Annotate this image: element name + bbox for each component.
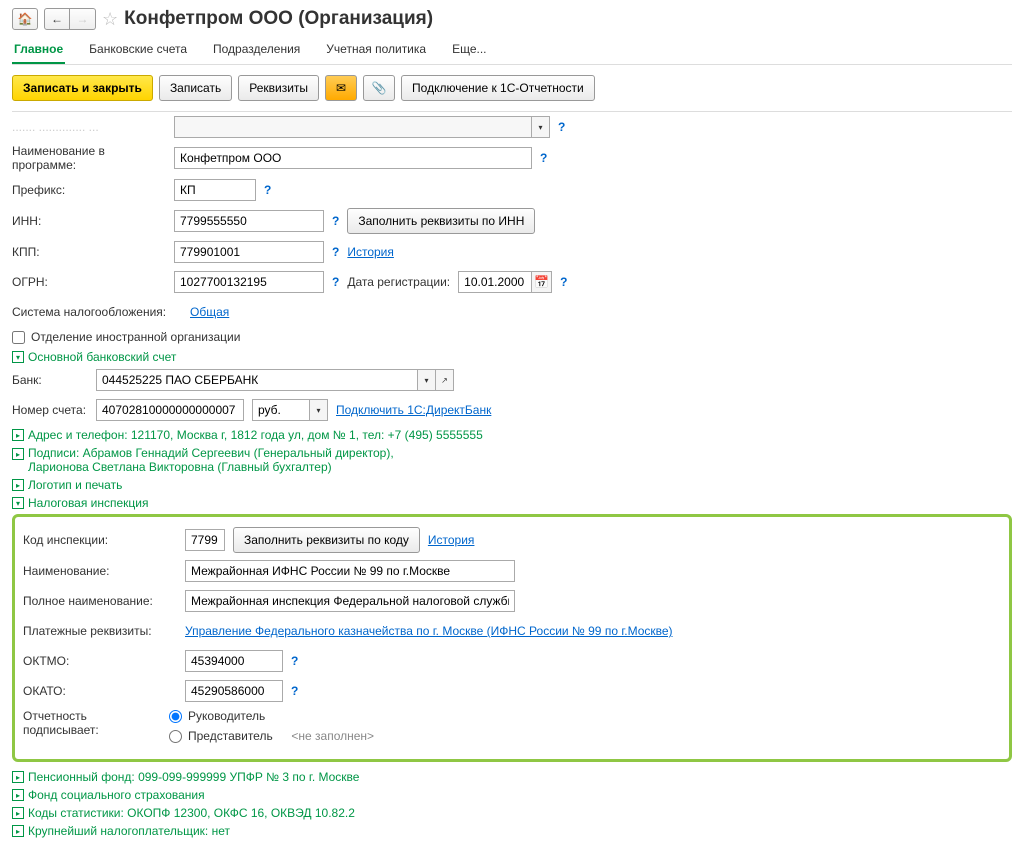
label-foreign-branch: Отделение иностранной организации <box>31 330 240 344</box>
ogrn-input[interactable] <box>174 271 324 293</box>
chevron-right-icon <box>12 479 24 491</box>
label-okato: ОКАТО: <box>23 684 177 698</box>
prefix-input[interactable] <box>174 179 256 201</box>
section-address[interactable]: Адрес и телефон: 121170, Москва г, 1812 … <box>12 428 1012 442</box>
open-icon[interactable]: ↗ <box>436 369 454 391</box>
tab-main[interactable]: Главное <box>12 38 65 64</box>
section-logo[interactable]: Логотип и печать <box>12 478 1012 492</box>
favorite-icon[interactable]: ☆ <box>102 9 118 30</box>
label-tax-fullname: Полное наименование: <box>23 594 177 608</box>
label-signer: Отчетность подписывает: <box>23 709 161 737</box>
oktmo-input[interactable] <box>185 650 283 672</box>
tab-accounting-policy[interactable]: Учетная политика <box>324 38 428 64</box>
help-icon[interactable]: ? <box>291 654 298 668</box>
fill-by-code-button[interactable]: Заполнить реквизиты по коду <box>233 527 420 553</box>
label-pay-req: Платежные реквизиты: <box>23 624 177 638</box>
radio-director[interactable]: Руководитель <box>169 709 374 723</box>
section-fss[interactable]: Фонд социального страхования <box>12 788 1012 802</box>
help-icon[interactable]: ? <box>540 151 547 165</box>
label-inn: ИНН: <box>12 214 166 228</box>
save-button[interactable]: Записать <box>159 75 232 101</box>
okato-input[interactable] <box>185 680 283 702</box>
direct-bank-link[interactable]: Подключить 1С:ДиректБанк <box>336 403 491 417</box>
tab-bank-accounts[interactable]: Банковские счета <box>87 38 189 64</box>
chevron-right-icon <box>12 448 24 460</box>
currency-input[interactable] <box>252 399 310 421</box>
help-icon[interactable]: ? <box>560 275 567 289</box>
mail-icon[interactable]: ✉ <box>325 75 357 101</box>
section-stat-codes[interactable]: Коды статистики: ОКОПФ 12300, ОКФС 16, О… <box>12 806 1012 820</box>
section-bank[interactable]: Основной банковский счет <box>12 350 1012 364</box>
radio-representative[interactable]: Представитель <не заполнен> <box>169 729 374 743</box>
help-icon[interactable]: ? <box>332 245 339 259</box>
chevron-down-icon <box>12 351 24 363</box>
details-button[interactable]: Реквизиты <box>238 75 319 101</box>
label-oktmo: ОКТМО: <box>23 654 177 668</box>
tax-fullname-input[interactable] <box>185 590 515 612</box>
section-largest[interactable]: Крупнейший налогоплательщик: нет <box>12 824 1012 838</box>
name-prog-input[interactable] <box>174 147 532 169</box>
tax-system-link[interactable]: Общая <box>190 305 229 319</box>
help-icon[interactable]: ? <box>332 275 339 289</box>
label-tax-code: Код инспекции: <box>23 533 177 547</box>
calendar-icon[interactable]: 📅 <box>532 271 552 293</box>
label-reg-date: Дата регистрации: <box>347 275 450 289</box>
tabs: Главное Банковские счета Подразделения У… <box>12 38 1012 65</box>
label: ....... .............. ... <box>12 120 166 134</box>
chevron-down-icon <box>12 497 24 509</box>
tab-more[interactable]: Еще... <box>450 38 488 64</box>
label-tax-system: Система налогообложения: <box>12 305 182 319</box>
label-tax-name: Наименование: <box>23 564 177 578</box>
dropdown-icon[interactable]: ▾ <box>310 399 328 421</box>
kpp-input[interactable] <box>174 241 324 263</box>
dropdown-icon[interactable]: ▾ <box>418 369 436 391</box>
help-icon[interactable]: ? <box>264 183 271 197</box>
tab-departments[interactable]: Подразделения <box>211 38 302 64</box>
chevron-right-icon <box>12 789 24 801</box>
inn-input[interactable] <box>174 210 324 232</box>
tax-history-link[interactable]: История <box>428 533 475 547</box>
help-icon[interactable]: ? <box>332 214 339 228</box>
tax-code-input[interactable] <box>185 529 225 551</box>
connect-1c-button[interactable]: Подключение к 1С-Отчетности <box>401 75 595 101</box>
kpp-history-link[interactable]: История <box>347 245 394 259</box>
section-signatures[interactable]: Подписи: Абрамов Геннадий Сергеевич (Ген… <box>12 446 1012 474</box>
tax-name-input[interactable] <box>185 560 515 582</box>
help-icon[interactable]: ? <box>558 120 565 134</box>
full-name-input[interactable] <box>174 116 532 138</box>
section-tax-inspection[interactable]: Налоговая инспекция <box>12 496 1012 510</box>
label-name-prog: Наименование в программе: <box>12 144 166 172</box>
bank-input[interactable] <box>96 369 418 391</box>
label-kpp: КПП: <box>12 245 166 259</box>
label-account: Номер счета: <box>12 403 88 417</box>
back-icon[interactable]: ← <box>44 8 70 30</box>
chevron-right-icon <box>12 771 24 783</box>
foreign-branch-checkbox[interactable] <box>12 331 25 344</box>
dropdown-icon[interactable]: ▾ <box>532 116 550 138</box>
chevron-right-icon <box>12 807 24 819</box>
save-close-button[interactable]: Записать и закрыть <box>12 75 153 101</box>
help-icon[interactable]: ? <box>291 684 298 698</box>
account-input[interactable] <box>96 399 244 421</box>
forward-icon[interactable]: → <box>70 8 96 30</box>
tax-inspection-box: Код инспекции: Заполнить реквизиты по ко… <box>12 514 1012 762</box>
chevron-right-icon <box>12 825 24 837</box>
section-pension[interactable]: Пенсионный фонд: 099-099-999999 УПФР № 3… <box>12 770 1012 784</box>
page-title: Конфетпром ООО (Организация) <box>124 8 433 30</box>
fill-by-inn-button[interactable]: Заполнить реквизиты по ИНН <box>347 208 535 234</box>
pay-req-link[interactable]: Управление Федерального казначейства по … <box>185 624 673 638</box>
chevron-right-icon <box>12 429 24 441</box>
label-bank: Банк: <box>12 373 88 387</box>
label-ogrn: ОГРН: <box>12 275 166 289</box>
label-prefix: Префикс: <box>12 183 166 197</box>
reg-date-input[interactable] <box>458 271 532 293</box>
attach-icon[interactable]: 📎 <box>363 75 395 101</box>
home-icon[interactable]: 🏠 <box>12 8 38 30</box>
